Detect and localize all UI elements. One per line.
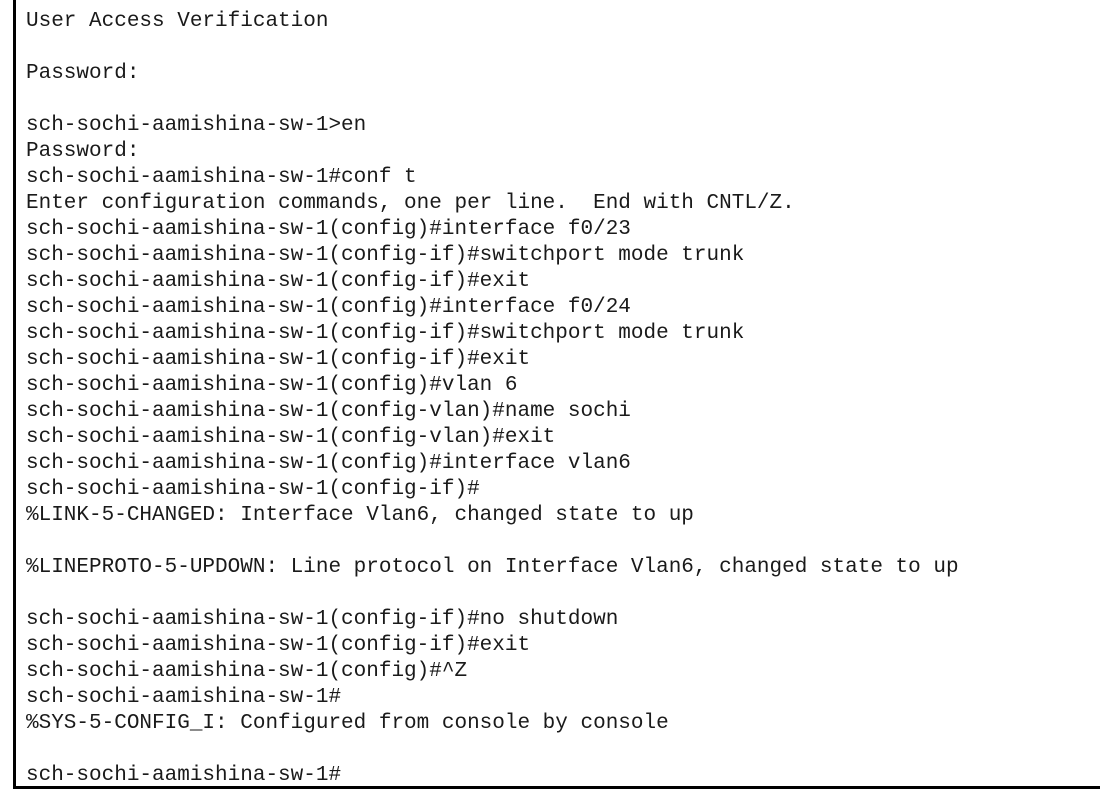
terminal-line: sch-sochi-aamishina-sw-1>en [26,114,367,137]
terminal-line: sch-sochi-aamishina-sw-1(config)#interfa… [26,218,631,241]
terminal-line: sch-sochi-aamishina-sw-1(config-if)#exit [26,348,531,371]
terminal-line: %SYS-5-CONFIG_I: Configured from console… [26,712,669,735]
terminal-line: User Access Verification [26,10,329,33]
terminal-line: sch-sochi-aamishina-sw-1#conf t [26,166,417,189]
terminal-line: sch-sochi-aamishina-sw-1(config-if)#no s… [26,608,619,631]
terminal-line: sch-sochi-aamishina-sw-1(config)#interfa… [26,452,631,475]
terminal-line: sch-sochi-aamishina-sw-1# [26,686,342,709]
terminal-line: sch-sochi-aamishina-sw-1(config-if)#exit [26,634,531,657]
terminal-line: sch-sochi-aamishina-sw-1(config-if)# [26,478,480,501]
terminal-line: sch-sochi-aamishina-sw-1(config)#interfa… [26,296,631,319]
terminal-line: Password: [26,62,140,85]
terminal-line: sch-sochi-aamishina-sw-1(config-if)#swit… [26,244,745,267]
terminal-line: Password: [26,140,140,163]
terminal-line: sch-sochi-aamishina-sw-1(config)#vlan 6 [26,374,518,397]
terminal-line: Enter configuration commands, one per li… [26,192,795,215]
terminal-line: %LINK-5-CHANGED: Interface Vlan6, change… [26,504,694,527]
terminal-line: sch-sochi-aamishina-sw-1(config-vlan)#na… [26,400,631,423]
terminal-prompt[interactable]: sch-sochi-aamishina-sw-1# [26,763,959,786]
terminal-line: sch-sochi-aamishina-sw-1(config)#^Z [26,660,468,683]
terminal-line: sch-sochi-aamishina-sw-1(config-if)#swit… [26,322,745,345]
terminal-line: sch-sochi-aamishina-sw-1(config-vlan)#ex… [26,426,556,449]
terminal-window[interactable]: User Access Verification Password: sch-soc… [13,0,1100,789]
terminal-output[interactable]: User Access Verification Password: sch-soc… [26,9,959,786]
terminal-line: sch-sochi-aamishina-sw-1(config-if)#exit [26,270,531,293]
terminal-line: %LINEPROTO-5-UPDOWN: Line protocol on In… [26,556,959,579]
